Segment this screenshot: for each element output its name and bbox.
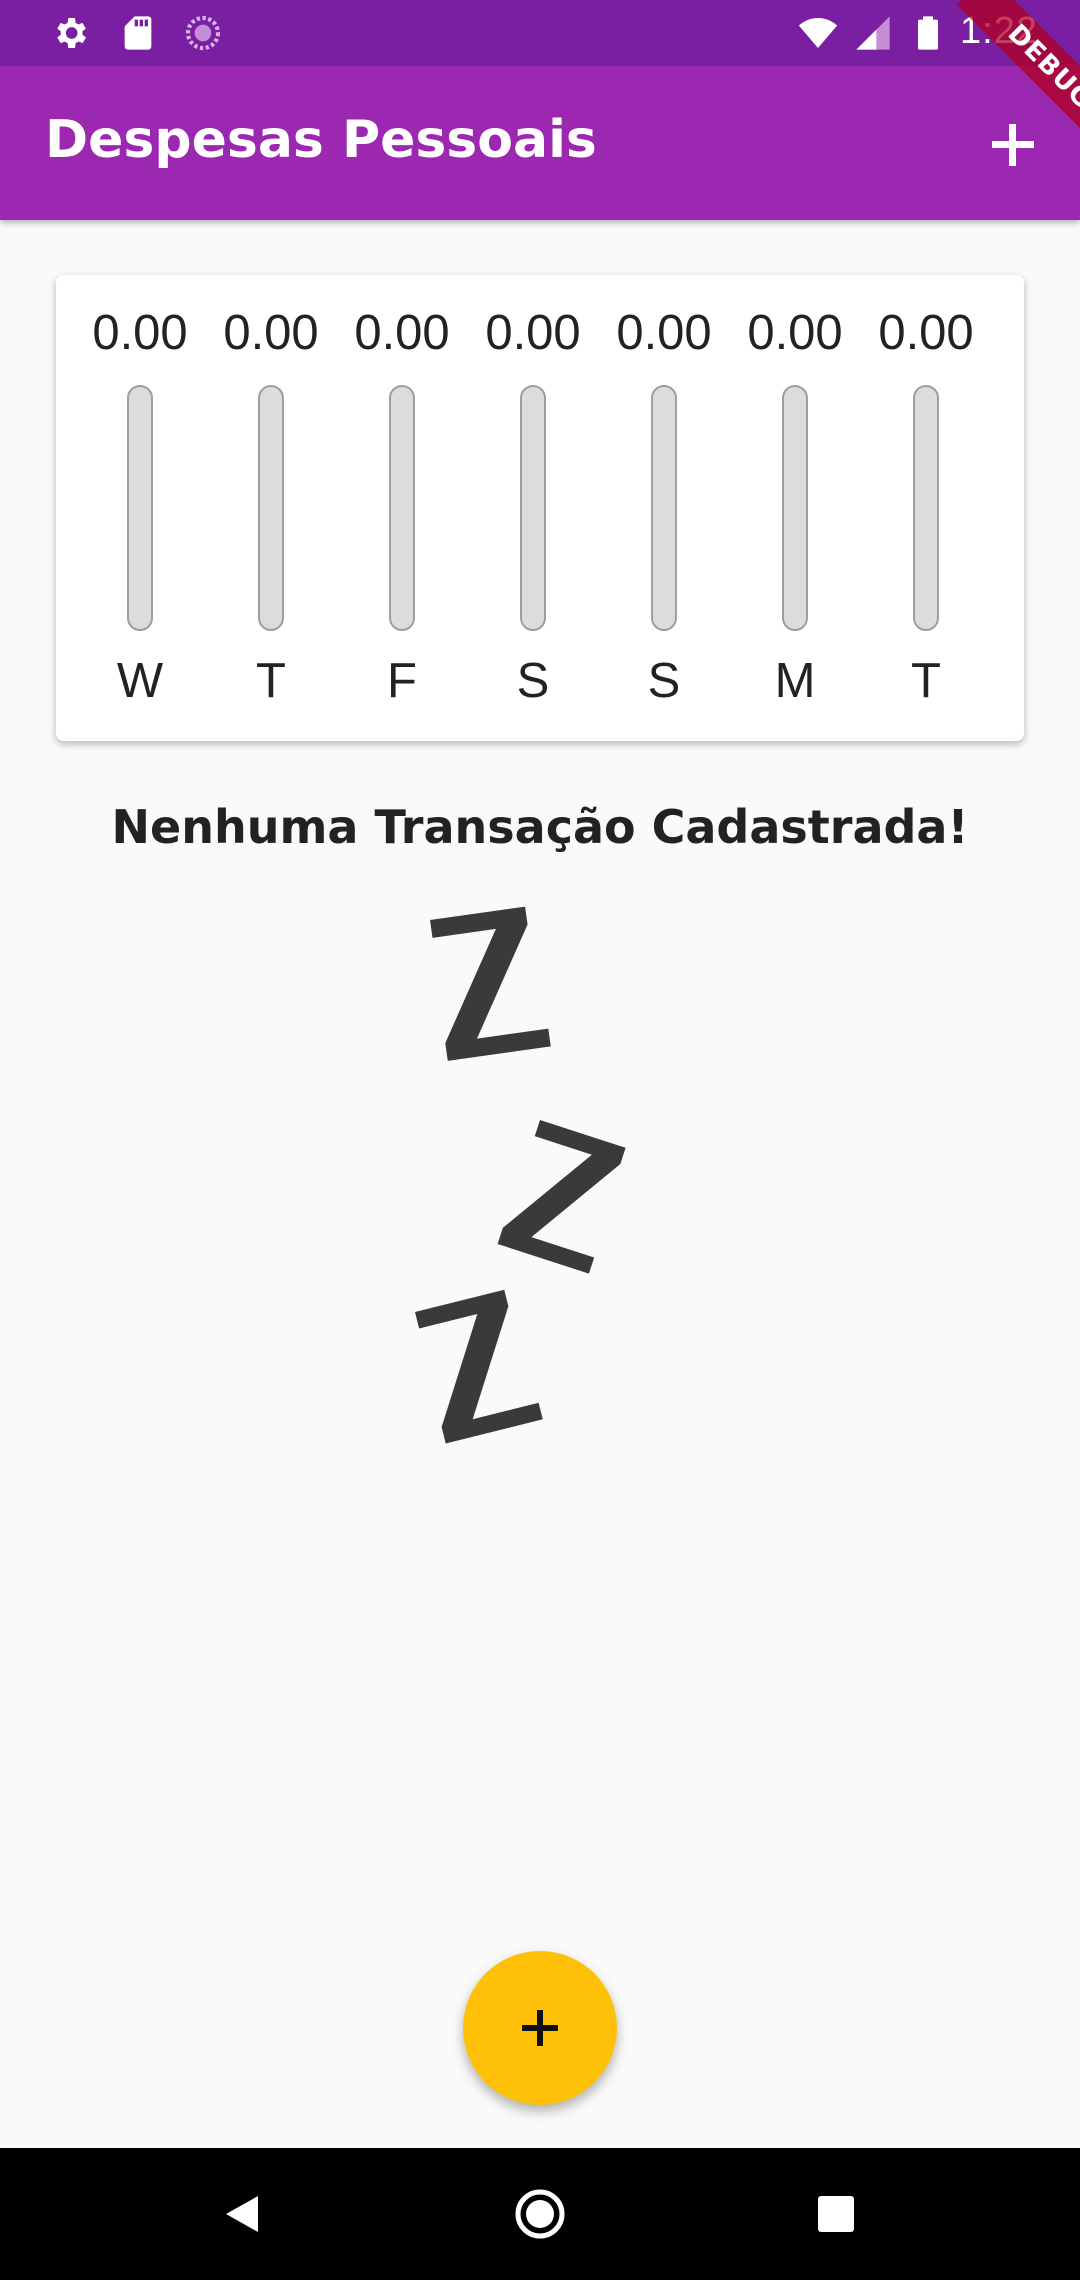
bar-day-label: T	[911, 654, 941, 708]
chart-bar: 0.00 S	[599, 275, 729, 741]
chart-bar: 0.00 W	[75, 275, 205, 741]
bar-value: 0.00	[878, 306, 974, 360]
recents-icon[interactable]	[806, 2184, 866, 2244]
sync-icon	[185, 15, 221, 51]
add-icon	[992, 124, 1034, 166]
bar-day-label: S	[516, 654, 550, 708]
bar-value: 0.00	[354, 306, 450, 360]
add-transaction-fab[interactable]	[463, 1951, 617, 2105]
empty-state-title: Nenhuma Transação Cadastrada!	[111, 800, 969, 854]
battery-icon	[918, 16, 938, 50]
bar-day-label: S	[647, 654, 681, 708]
weekly-chart-card: 0.00 W 0.00 T 0.00 F 0.00 S 0.00 S 0.00 …	[56, 275, 1024, 741]
chart-bar: 0.00 F	[337, 275, 467, 741]
bar-value: 0.00	[616, 306, 712, 360]
add-icon	[522, 2010, 558, 2046]
bar-day-label: W	[116, 654, 164, 708]
page-title: Despesas Pessoais	[45, 110, 597, 170]
bar-track	[389, 385, 415, 631]
status-time: 1:22	[960, 10, 1038, 52]
settings-icon	[57, 18, 86, 48]
bar-day-label: T	[256, 654, 286, 708]
sd-card-icon	[124, 16, 152, 50]
signal-icon	[856, 16, 890, 50]
chart-bar: 0.00 T	[861, 275, 991, 741]
bar-value: 0.00	[223, 306, 319, 360]
home-icon[interactable]	[510, 2184, 570, 2244]
bar-value: 0.00	[747, 306, 843, 360]
chart-bar: 0.00 S	[468, 275, 598, 741]
bar-day-label: F	[387, 654, 417, 708]
app-bar: Despesas Pessoais	[0, 66, 1080, 220]
wifi-icon	[798, 18, 838, 48]
bar-track	[913, 385, 939, 631]
bar-day-label: M	[774, 654, 816, 708]
add-transaction-button[interactable]	[978, 110, 1048, 180]
bar-value: 0.00	[92, 306, 188, 360]
bar-track	[782, 385, 808, 631]
status-bar: 1:22	[0, 0, 1080, 66]
bar-value: 0.00	[485, 306, 581, 360]
chart-bar: 0.00 M	[730, 275, 860, 741]
bar-track	[127, 385, 153, 631]
bar-track	[520, 385, 546, 631]
chart-bar: 0.00 T	[206, 275, 336, 741]
system-navigation-bar	[0, 2148, 1080, 2280]
back-icon[interactable]	[212, 2184, 272, 2244]
bar-track	[258, 385, 284, 631]
zzz-sleeping-image	[415, 906, 626, 1444]
bar-track	[651, 385, 677, 631]
